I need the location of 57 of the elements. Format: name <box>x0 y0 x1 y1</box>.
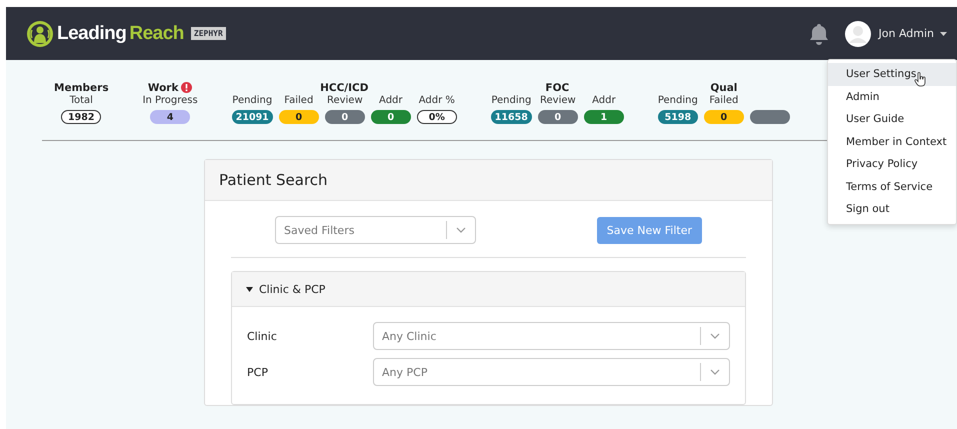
stat-pill: 5198 <box>658 110 698 124</box>
stat-pill: 4 <box>150 110 190 124</box>
caret-icon <box>246 286 253 292</box>
chevron-down-icon <box>710 369 720 375</box>
logo-text: Leading <box>57 22 126 44</box>
saved-filters-select[interactable]: Saved Filters <box>275 216 476 244</box>
logo-text: Reach <box>129 22 184 44</box>
stat-label: Pending <box>232 95 272 108</box>
stat-pill: 1982 <box>61 110 102 124</box>
bell-icon[interactable] <box>808 22 828 44</box>
stat-label: Addr % <box>418 95 455 108</box>
stat-group-title: HCC/ICD <box>320 82 368 94</box>
caret-icon <box>940 32 947 36</box>
stat-pill: 0 <box>538 110 578 124</box>
card-title: Patient Search <box>219 171 328 189</box>
logo-badge: ZEPHYR <box>190 27 226 40</box>
stat-label: Pending <box>491 95 532 108</box>
stat-pill: 1 <box>584 110 624 124</box>
menu-item[interactable]: User Settings <box>828 63 956 86</box>
chevron-down-icon <box>710 333 720 339</box>
stat-label: Review <box>540 95 576 108</box>
stat-label: Total <box>70 95 93 108</box>
stat-group-title: Qual <box>710 82 738 94</box>
stat-pill: 21091 <box>232 110 273 124</box>
menu-item[interactable]: Sign out <box>828 198 956 220</box>
user-menu-button[interactable]: Jon Admin <box>878 27 947 40</box>
stat-pill: 0 <box>278 110 319 124</box>
stat-label: Failed <box>284 95 314 108</box>
alert-icon <box>181 82 192 93</box>
select-field[interactable]: Any Clinic <box>373 322 730 350</box>
stat-label: In Progress <box>142 95 198 108</box>
stat-group-title: FOC <box>545 82 570 94</box>
stat-pill: 0 <box>324 110 365 124</box>
stat-label: Failed <box>709 95 738 108</box>
stat-label: Pending <box>658 95 698 108</box>
menu-item[interactable]: User Guide <box>828 108 956 130</box>
hand-cursor-icon <box>914 72 927 87</box>
stat-group-title: Work <box>148 82 178 94</box>
stat-label: Addr <box>379 95 403 108</box>
stat-label: Review <box>326 95 363 108</box>
avatar-icon[interactable] <box>844 20 870 46</box>
stat-pill: 0% <box>416 110 457 124</box>
stat-pill: 0 <box>704 110 744 124</box>
stat-pill: 11658 <box>490 110 532 124</box>
menu-item[interactable]: Member in Context <box>828 130 956 153</box>
logo-icon <box>26 20 54 48</box>
accordion-header[interactable]: Clinic & PCP <box>232 272 745 307</box>
select-field[interactable]: Any PCP <box>373 358 730 386</box>
menu-item[interactable]: Terms of Service <box>828 176 956 198</box>
menu-item[interactable]: Admin <box>828 86 956 108</box>
menu-item[interactable]: Privacy Policy <box>828 153 956 176</box>
stat-label: Addr <box>592 95 616 108</box>
stat-group-title: Members <box>54 82 109 94</box>
chevron-down-icon <box>456 227 466 233</box>
stat-pill: 0 <box>370 110 411 124</box>
field-label: Clinic <box>247 330 278 342</box>
field-label: PCP <box>247 366 269 378</box>
